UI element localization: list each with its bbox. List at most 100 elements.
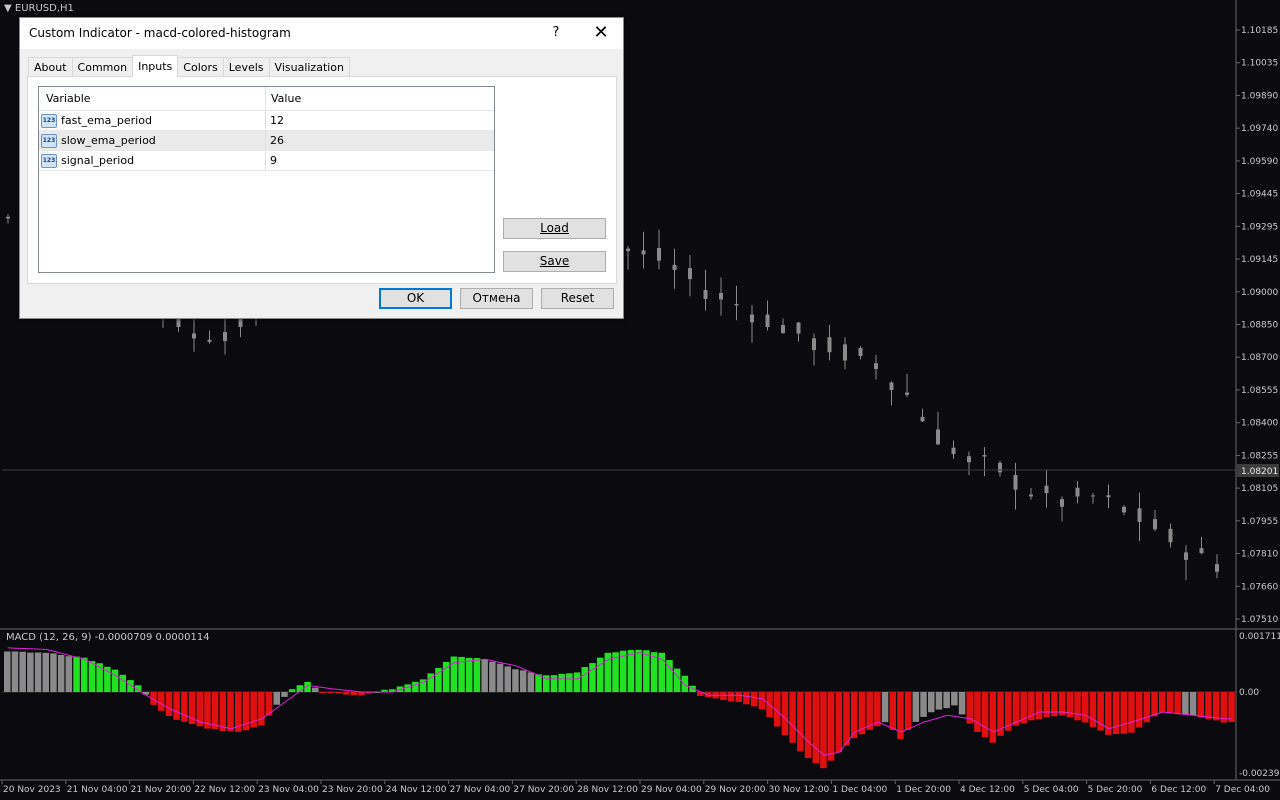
candle-body <box>1029 494 1033 497</box>
tab-common[interactable]: Common <box>71 57 134 77</box>
candle-body <box>936 429 940 445</box>
candle-body <box>967 456 971 463</box>
histogram-bar <box>720 692 727 701</box>
candle-body <box>889 382 894 391</box>
histogram-bar <box>974 692 981 732</box>
histogram-bar <box>1082 692 1089 723</box>
save-button[interactable]: Save <box>503 251 606 272</box>
histogram-bar <box>211 692 219 729</box>
time-tick-label: 27 Nov 20:00 <box>513 785 574 795</box>
integer-type-icon: 123 <box>41 153 57 168</box>
histogram-bar <box>1135 692 1143 728</box>
histogram-bar <box>1035 692 1043 720</box>
histogram-bar <box>73 656 80 692</box>
histogram-bar <box>512 669 519 692</box>
histogram-bar <box>227 692 234 732</box>
histogram-bar <box>727 692 735 702</box>
histogram-bar <box>981 692 989 738</box>
histogram-bar <box>350 692 357 695</box>
candle-body <box>812 338 816 351</box>
histogram-bar <box>650 652 658 692</box>
chart-menu-triangle-icon[interactable]: ▼ <box>4 3 12 14</box>
close-icon[interactable]: ✕ <box>586 22 616 44</box>
grid-row-fast-ema[interactable]: 123 fast_ema_period 12 <box>39 111 494 131</box>
histogram-bar <box>466 657 473 692</box>
grid-header: Variable Value <box>39 87 494 111</box>
histogram-bar <box>820 692 827 769</box>
histogram-bar <box>781 692 789 736</box>
histogram-bar <box>119 674 126 692</box>
value-field[interactable]: 9 <box>266 151 494 170</box>
value-field[interactable]: 12 <box>266 111 494 130</box>
histogram-bar <box>1051 692 1058 717</box>
reset-button[interactable]: Reset <box>541 288 614 309</box>
histogram-bar <box>1089 692 1097 728</box>
candle-body <box>827 337 832 353</box>
dialog-titlebar[interactable]: Custom Indicator - macd-colored-histogra… <box>20 18 623 49</box>
histogram-bar <box>904 692 912 730</box>
chart-window[interactable]: 1.10185 1.10035 1.09890 1.09740 1.09590 1.094… <box>0 0 1280 800</box>
histogram-bar <box>1228 692 1235 723</box>
candle-body <box>858 347 863 357</box>
price-tick-label: 1.07955 <box>1241 517 1278 527</box>
candle-body <box>1137 508 1142 522</box>
price-tick-label: 1.09590 <box>1241 157 1278 167</box>
value-field[interactable]: 26 <box>266 131 494 150</box>
grid-row-signal[interactable]: 123 signal_period 9 <box>39 151 494 171</box>
histogram-bar <box>288 689 296 692</box>
candle-body <box>719 292 723 300</box>
histogram-bar <box>920 692 927 717</box>
time-tick-label: 21 Nov 04:00 <box>67 785 128 795</box>
time-tick-label: 23 Nov 04:00 <box>258 785 319 795</box>
histogram-bar <box>19 651 26 692</box>
time-tick-label: 27 Nov 04:00 <box>450 785 511 795</box>
price-tick-label: 1.07510 <box>1241 615 1278 625</box>
time-tick-label: 7 Dec 04:00 <box>1215 785 1270 795</box>
custom-indicator-dialog[interactable]: Custom Indicator - macd-colored-histogra… <box>19 17 624 319</box>
histogram-bar <box>812 692 819 764</box>
tab-about[interactable]: About <box>28 57 73 77</box>
histogram-bar <box>335 692 342 694</box>
column-header-variable[interactable]: Variable <box>39 87 266 110</box>
histogram-bar <box>889 692 896 730</box>
candle-body <box>905 392 909 395</box>
load-button[interactable]: Load <box>503 218 606 239</box>
grid-row-slow-ema[interactable]: 123 slow_ema_period 26 <box>39 131 494 151</box>
histogram-bar <box>312 687 319 692</box>
histogram-bar <box>635 649 642 692</box>
tab-colors[interactable]: Colors <box>177 57 224 77</box>
cancel-button[interactable]: Отмена <box>460 288 533 309</box>
time-tick-label: 20 Nov 2023 <box>3 785 61 795</box>
histogram-bar <box>42 652 49 692</box>
candle-body <box>1075 487 1080 497</box>
price-tick-label: 1.07660 <box>1241 582 1278 592</box>
column-header-value[interactable]: Value <box>266 87 494 110</box>
candle-body <box>982 455 987 457</box>
histogram-bar <box>1182 692 1189 715</box>
histogram-bar <box>789 692 796 743</box>
candle-body <box>1106 495 1111 498</box>
variable-name: slow_ema_period <box>61 134 156 147</box>
histogram-bar <box>158 692 165 711</box>
candle-body <box>920 416 925 422</box>
candle-body <box>192 333 196 339</box>
inputs-grid[interactable]: Variable Value 123 fast_ema_period 12 12… <box>38 86 495 273</box>
histogram-bar <box>11 651 19 692</box>
histogram-bar <box>573 672 581 692</box>
tab-levels[interactable]: Levels <box>222 57 270 77</box>
histogram-bar <box>496 663 504 692</box>
ok-button[interactable]: OK <box>379 288 452 309</box>
tab-inputs[interactable]: Inputs <box>132 55 179 77</box>
help-button[interactable]: ? <box>546 23 566 43</box>
histogram-bar <box>281 692 288 697</box>
histogram-bar <box>627 650 635 692</box>
histogram-bar <box>4 651 11 692</box>
histogram-bar <box>928 692 935 713</box>
time-tick-label: 1 Dec 04:00 <box>832 785 887 795</box>
save-label: Save <box>539 254 570 268</box>
histogram-bar <box>643 650 650 692</box>
cell-variable: 123 fast_ema_period <box>39 111 266 130</box>
histogram-bar <box>1197 692 1204 718</box>
candle-body <box>1215 564 1219 572</box>
tab-visualization[interactable]: Visualization <box>268 57 351 77</box>
